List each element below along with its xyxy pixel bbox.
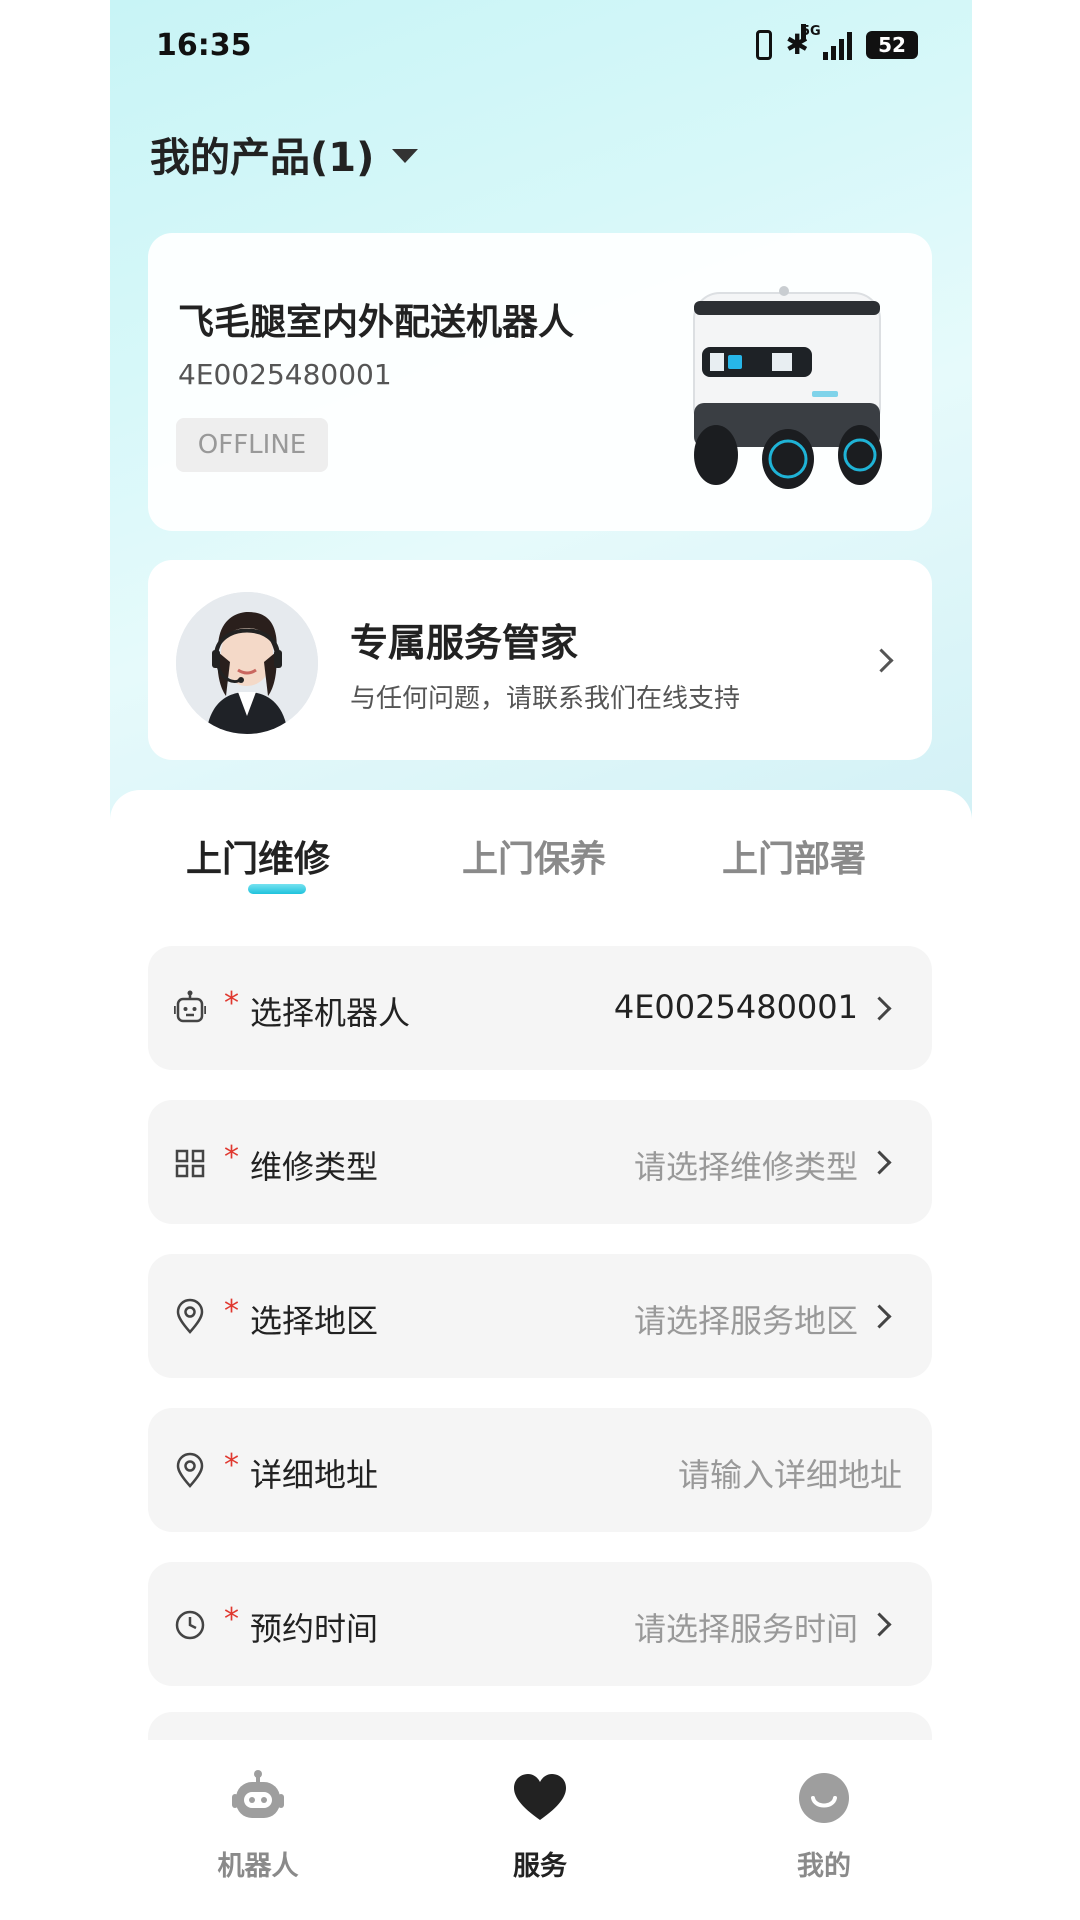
form-row-repair-type[interactable]: * 维修类型 请选择维修类型 (148, 1100, 932, 1224)
field-placeholder: 请选择服务地区 (633, 1302, 858, 1340)
field-label: 选择地区 (250, 1302, 379, 1340)
nav-label: 机器人 (217, 1851, 299, 1882)
required-mark: * (224, 1602, 239, 1637)
tab-onsite-repair[interactable]: 上门维修 (186, 830, 330, 882)
chevron-right-icon (867, 1304, 892, 1329)
battery-icon: 52 (866, 31, 918, 59)
form-row-appointment-time[interactable]: * 预约时间 请选择服务时间 (148, 1562, 932, 1686)
service-manager-card[interactable]: 专属服务管家 与任何问题，请联系我们在线支持 (148, 560, 932, 760)
form-row-select-region[interactable]: * 选择地区 请选择服务地区 (148, 1254, 932, 1378)
clock-icon (175, 1610, 205, 1640)
status-time: 16:35 (156, 28, 252, 63)
robot-icon (174, 990, 206, 1023)
grid-icon (175, 1149, 205, 1178)
network-type: 5G (801, 24, 821, 39)
field-label: 详细地址 (250, 1456, 379, 1494)
required-mark: * (224, 1448, 239, 1483)
status-bar: 16:35 ✱ 5G 52 (110, 0, 972, 100)
nav-label: 服务 (513, 1851, 567, 1882)
product-selector[interactable]: 我的产品(1) (150, 125, 419, 183)
battery-level: 52 (878, 33, 906, 57)
field-label: 选择机器人 (250, 994, 411, 1032)
smile-icon (799, 1773, 849, 1823)
product-name: 飞毛腿室内外配送机器人 (178, 302, 575, 343)
service-card-title: 专属服务管家 (350, 621, 579, 665)
agent-portrait (176, 592, 318, 734)
robot-icon (232, 1770, 284, 1818)
chevron-right-icon (869, 648, 894, 673)
nav-item-robot[interactable]: 机器人 (158, 1768, 358, 1883)
location-icon (176, 1452, 204, 1488)
bottom-nav: 机器人 服务 我的 (110, 1740, 972, 1920)
status-badge: OFFLINE (176, 418, 328, 472)
caret-down-icon (392, 149, 419, 163)
required-mark: * (224, 1140, 239, 1175)
chevron-right-icon (867, 1612, 892, 1637)
vibrate-icon (755, 30, 772, 60)
status-icons: ✱ 5G 52 (755, 24, 918, 60)
field-label: 预约时间 (250, 1610, 379, 1648)
address-input-placeholder[interactable]: 请输入详细地址 (678, 1450, 902, 1496)
heart-icon (514, 1774, 566, 1820)
field-label: 维修类型 (250, 1148, 379, 1186)
field-value: 4E0025480001 (613, 988, 858, 1026)
required-mark: * (224, 1294, 239, 1329)
signal-icon: 5G (801, 24, 852, 60)
tab-onsite-maintenance[interactable]: 上门保养 (462, 830, 606, 882)
service-card-subtitle: 与任何问题，请联系我们在线支持 (350, 684, 741, 714)
location-icon (176, 1298, 204, 1334)
chevron-right-icon (867, 1150, 892, 1175)
field-placeholder: 请选择维修类型 (633, 1148, 858, 1186)
tab-onsite-deployment[interactable]: 上门部署 (722, 830, 866, 882)
avatar (176, 592, 318, 734)
active-tab-indicator (248, 884, 306, 894)
app-screen: 16:35 ✱ 5G 52 我的产品(1) 飞毛腿室内外配送机器人 4E0025… (110, 0, 972, 1920)
chevron-right-icon (867, 996, 892, 1021)
product-card[interactable]: 飞毛腿室内外配送机器人 4E0025480001 OFFLINE (148, 233, 932, 531)
form-row-detailed-address[interactable]: * 详细地址 请输入详细地址 (148, 1408, 932, 1532)
page-title: 我的产品(1) (150, 135, 375, 181)
product-serial: 4E0025480001 (178, 358, 392, 391)
nav-item-mine[interactable]: 我的 (724, 1768, 924, 1883)
delivery-robot-image (693, 286, 882, 489)
nav-item-service[interactable]: 服务 (440, 1768, 640, 1883)
field-placeholder: 请选择服务时间 (633, 1610, 858, 1648)
form-row-select-robot[interactable]: * 选择机器人 4E0025480001 (148, 946, 932, 1070)
required-mark: * (224, 986, 239, 1021)
nav-label: 我的 (797, 1851, 851, 1882)
